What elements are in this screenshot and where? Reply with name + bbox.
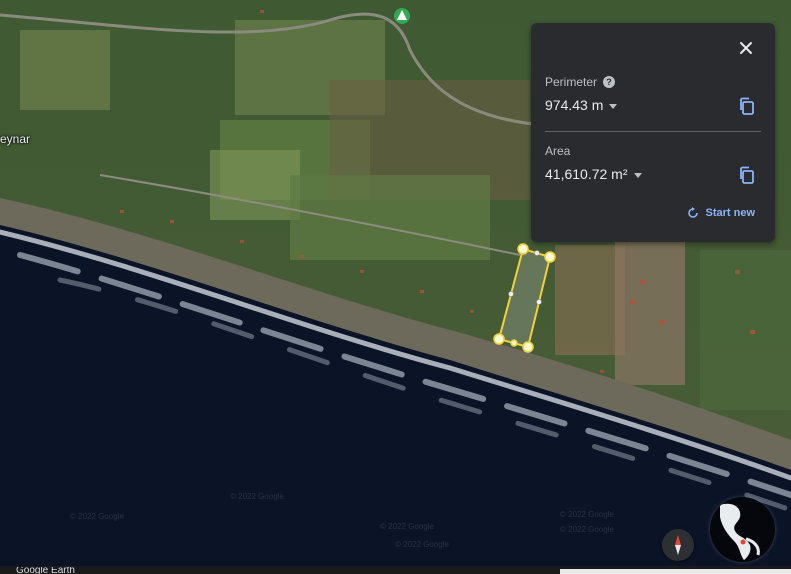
copy-icon <box>740 166 754 184</box>
map-watermark: © 2022 Google <box>230 492 284 501</box>
polygon-vertex[interactable] <box>544 251 556 263</box>
start-new-button[interactable]: Start new <box>687 207 755 219</box>
perimeter-label-row: Perimeter ? <box>545 75 616 89</box>
divider <box>545 131 761 132</box>
close-button[interactable] <box>735 37 757 59</box>
compass-icon <box>675 535 681 555</box>
map-watermark: © 2022 Google <box>560 525 614 534</box>
globe-icon <box>710 497 775 562</box>
polygon-midpoint[interactable] <box>534 250 540 256</box>
polygon-vertex[interactable] <box>517 243 529 255</box>
map-watermark: © 2022 Google <box>70 512 124 521</box>
bottom-strip <box>560 569 791 574</box>
copy-perimeter-button[interactable] <box>737 96 757 116</box>
perimeter-label: Perimeter <box>545 75 598 89</box>
area-label-row: Area <box>545 144 570 158</box>
globe-view-button[interactable] <box>710 497 775 562</box>
polygon-vertex[interactable] <box>493 333 505 345</box>
polygon-vertex[interactable] <box>522 341 534 353</box>
perimeter-unit-select[interactable]: 974.43 m <box>545 97 618 113</box>
map-watermark: © 2022 Google <box>395 540 449 549</box>
place-label: eynar <box>0 132 31 146</box>
polygon-vertex[interactable] <box>510 339 518 347</box>
close-icon <box>740 42 752 54</box>
refresh-icon <box>688 207 699 218</box>
area-unit-select[interactable]: 41,610.72 m² <box>545 166 642 182</box>
copy-area-button[interactable] <box>737 165 757 185</box>
copy-icon <box>740 97 754 115</box>
help-icon[interactable]: ? <box>603 76 616 88</box>
map-watermark: © 2022 Google <box>380 522 434 531</box>
polygon-midpoint[interactable] <box>508 291 514 297</box>
compass-button[interactable] <box>662 529 694 561</box>
area-value: 41,610.72 m² <box>545 166 628 182</box>
brand-text: Google Earth <box>16 567 75 574</box>
start-new-label: Start new <box>705 207 755 219</box>
area-label: Area <box>545 144 571 158</box>
location-pin-icon[interactable] <box>394 8 410 24</box>
measure-panel: Perimeter ? 974.43 m Area 41,610.72 m² S… <box>531 23 775 242</box>
map-watermark: © 2022 Google <box>560 510 614 519</box>
chevron-down-icon <box>609 103 618 109</box>
polygon-midpoint[interactable] <box>536 299 542 305</box>
chevron-down-icon <box>633 172 642 178</box>
perimeter-value: 974.43 m <box>545 97 604 113</box>
